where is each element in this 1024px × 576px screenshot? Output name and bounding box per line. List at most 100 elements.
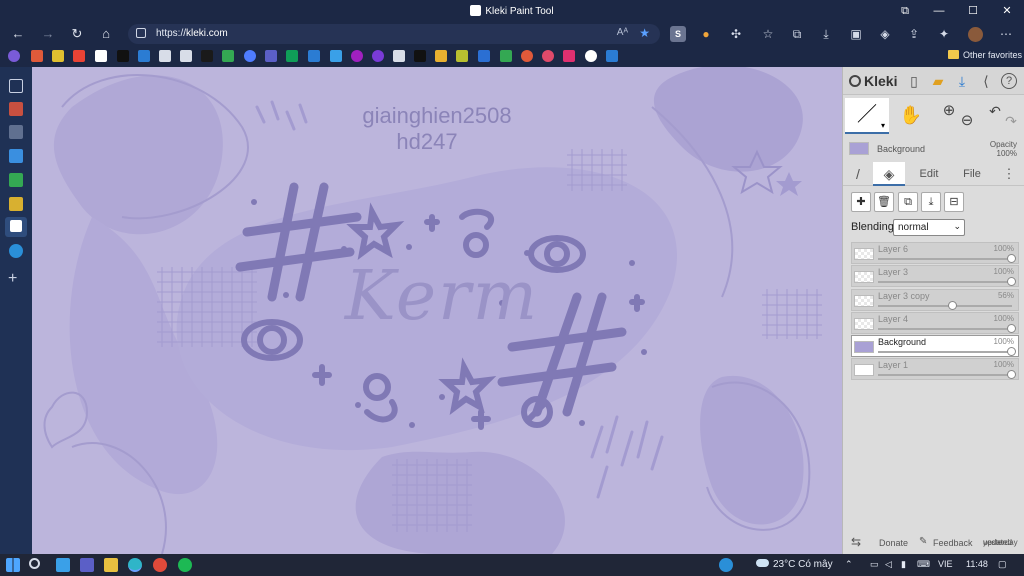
restore-tabs-button[interactable]: ⧉ (888, 0, 922, 22)
layer-opacity-slider[interactable] (878, 327, 1012, 330)
url-input[interactable]: https://kleki.com Aᴬ ★ (128, 24, 660, 44)
fav-google-icon[interactable] (585, 50, 597, 62)
fav-bing-icon[interactable] (138, 50, 150, 62)
zoom-out-icon[interactable]: ⊖ (955, 108, 979, 134)
fav-bing-2-icon[interactable] (308, 50, 320, 62)
sidebar-app-3-icon[interactable] (9, 149, 23, 163)
layer-options-icon[interactable]: ⊟ (944, 192, 964, 212)
tray-keyboard-icon[interactable]: ⌨ (917, 559, 930, 570)
layer-row[interactable]: Layer 3 copy 56% (851, 288, 1019, 311)
layer-row[interactable]: Layer 1 100% (851, 358, 1019, 381)
sidebar-app-4-icon[interactable] (9, 173, 23, 187)
fav-site-22-icon[interactable] (456, 50, 468, 62)
hand-tool-icon[interactable]: ✋ (899, 102, 923, 128)
fav-gmail-icon[interactable] (73, 50, 85, 62)
fav-doc-icon[interactable] (159, 50, 171, 62)
refresh-icon[interactable]: ↻ (67, 25, 87, 43)
tab-layers[interactable]: ◈ (873, 162, 905, 186)
blending-select[interactable]: normal ⌄ (893, 219, 965, 236)
favorites-icon[interactable]: ☆ (760, 26, 776, 42)
taskbar-chrome-icon[interactable] (153, 558, 167, 572)
tab-actions-icon[interactable] (9, 79, 23, 93)
fav-site-26-icon[interactable] (542, 50, 554, 62)
fav-tiktok-icon[interactable] (414, 50, 426, 62)
home-icon[interactable]: ⌂ (96, 25, 116, 43)
close-button[interactable]: ✕ (990, 0, 1024, 22)
other-favorites[interactable]: Other favorites (948, 50, 1022, 60)
fav-site-16-icon[interactable] (330, 50, 342, 62)
fav-site-29-icon[interactable] (606, 50, 618, 62)
slider-handle[interactable] (1007, 347, 1016, 357)
fav-search-icon[interactable] (244, 50, 256, 62)
weather-widget[interactable]: 23°C Có mây (756, 559, 833, 570)
share-icon[interactable]: ⇪ (906, 26, 922, 42)
fav-site-24-icon[interactable] (500, 50, 512, 62)
slider-handle[interactable] (1007, 254, 1016, 263)
fav-site-2-icon[interactable] (31, 50, 43, 62)
fav-site-17-icon[interactable] (351, 50, 363, 62)
layer-opacity-slider[interactable] (878, 258, 1012, 260)
layer-opacity-slider[interactable] (878, 281, 1012, 284)
fav-site-6-icon[interactable] (117, 50, 129, 62)
fav-site-21-icon[interactable] (435, 50, 447, 62)
layer-row[interactable]: Layer 3 100% (851, 265, 1019, 288)
downloads-icon[interactable]: ⤓ (818, 26, 834, 42)
maximize-button[interactable]: ☐ (956, 0, 990, 22)
donate-link[interactable]: Donate (879, 538, 908, 548)
search-icon[interactable] (29, 558, 40, 569)
clock[interactable]: 11:48 (966, 559, 988, 569)
fav-doc-2-icon[interactable] (180, 50, 192, 62)
forward-arrow-icon[interactable]: → (38, 25, 58, 43)
brush-tool-button[interactable]: ／ ▾ (845, 98, 889, 134)
fav-sheets-icon[interactable] (286, 50, 298, 62)
sidebar-app-2-icon[interactable] (9, 125, 23, 139)
slider-handle[interactable] (1007, 323, 1016, 333)
shield-icon[interactable]: ◈ (877, 26, 893, 42)
copilot-icon[interactable]: ✦ (936, 26, 952, 42)
layer-opacity-slider[interactable] (878, 374, 1012, 377)
taskbar-edge-icon[interactable] (128, 558, 142, 572)
help-tray-icon[interactable] (719, 558, 733, 572)
tray-chevron-icon[interactable]: ⌃ (845, 559, 853, 570)
fav-site-27-icon[interactable] (563, 50, 575, 62)
drawing-canvas[interactable]: giainghien2508 hd247 Kerm (32, 67, 842, 554)
taskbar-app-1-icon[interactable] (56, 558, 70, 572)
layer-row[interactable]: Background 100% (851, 335, 1019, 358)
redo-icon[interactable]: ↷ (999, 108, 1023, 134)
open-folder-icon[interactable]: ▰ (929, 72, 947, 90)
extensions-puzzle-icon[interactable]: ✣ (728, 26, 744, 42)
fav-site-18-icon[interactable] (372, 50, 384, 62)
back-arrow-icon[interactable]: ← (8, 25, 28, 43)
favorite-star-icon[interactable]: ★ (639, 26, 650, 40)
fav-site-1-icon[interactable] (8, 50, 20, 62)
taskbar-explorer-icon[interactable] (104, 558, 118, 572)
screenshot-icon[interactable]: ▣ (848, 26, 864, 42)
help-icon[interactable]: ? (1001, 73, 1017, 89)
extension-face-icon[interactable]: ● (698, 26, 714, 42)
read-aloud-icon[interactable]: Aᴬ (617, 27, 628, 38)
sidebar-app-1-icon[interactable] (9, 102, 23, 116)
tray-volume-icon[interactable]: ◁ (885, 559, 892, 570)
tab-brush[interactable]: / (847, 162, 869, 186)
slider-handle[interactable] (1007, 277, 1016, 287)
layer-row[interactable]: Layer 4 100% (851, 311, 1019, 334)
fav-drive-icon[interactable] (222, 50, 234, 62)
tray-network-icon[interactable]: ▭ (870, 559, 879, 570)
share-icon[interactable]: ⟨ (977, 72, 995, 90)
extension-badge-icon[interactable]: S (670, 26, 686, 42)
merge-down-icon[interactable]: ⤓ (921, 192, 941, 212)
add-sidebar-icon[interactable]: + (8, 270, 17, 288)
fav-teams-icon[interactable] (265, 50, 277, 62)
swap-icon[interactable]: ⇆ (851, 535, 861, 549)
skype-icon[interactable] (9, 244, 23, 258)
collections-icon[interactable]: ⧉ (789, 26, 805, 42)
slider-handle[interactable] (948, 300, 958, 310)
delete-layer-icon[interactable]: 🗑 (874, 192, 894, 212)
add-layer-icon[interactable]: ✚ (851, 192, 871, 212)
start-windows-icon[interactable] (6, 558, 20, 572)
language-indicator[interactable]: VIE (938, 559, 953, 569)
fav-site-23-icon[interactable] (478, 50, 490, 62)
feedback-link[interactable]: Feedback (933, 538, 973, 548)
layer-opacity-slider[interactable] (878, 304, 1012, 307)
duplicate-layer-icon[interactable]: ⧉ (898, 192, 918, 212)
